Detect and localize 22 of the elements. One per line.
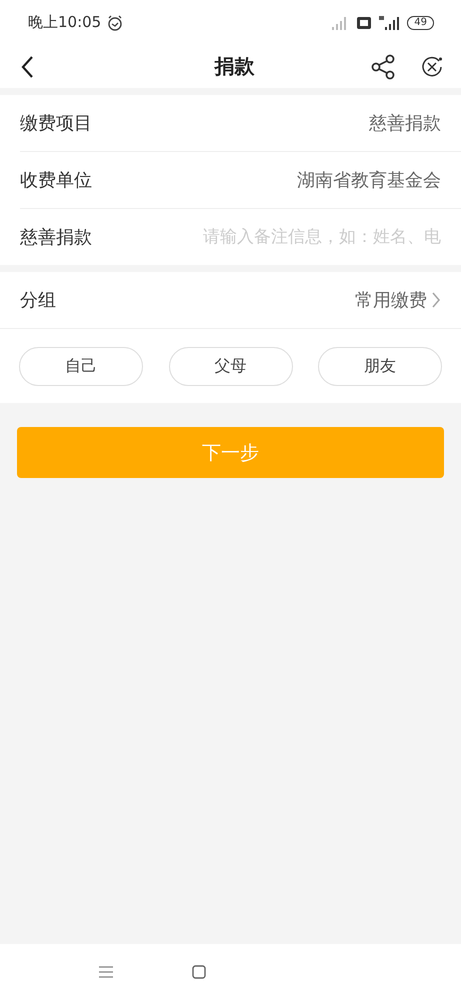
field-label: 收费单位 [20, 169, 92, 192]
home-icon[interactable] [192, 965, 206, 979]
field-value: 湖南省教育基金会 [297, 169, 441, 192]
close-icon[interactable] [421, 56, 443, 78]
field-label: 缴费项目 [20, 112, 92, 135]
relation-chip[interactable]: 自己 [19, 346, 143, 386]
relation-chip[interactable]: 父母 [168, 346, 292, 386]
relation-chip[interactable]: 朋友 [318, 346, 442, 386]
field-value: 常用缴费 [355, 289, 427, 312]
signal-icon [379, 16, 402, 30]
group-row[interactable]: 分组 常用缴费 [0, 272, 461, 329]
status-time: 晚上10:05 [28, 13, 102, 32]
alarm-icon [107, 14, 124, 30]
share-icon[interactable] [371, 54, 395, 80]
battery-level: 49 [407, 16, 434, 30]
field-label: 分组 [20, 289, 56, 312]
hd-icon [357, 16, 372, 28]
field-value: 慈善捐款 [369, 112, 441, 135]
field-label: 慈善捐款 [20, 226, 92, 249]
chevron-right-icon [431, 291, 441, 309]
page-title: 捐款 [213, 53, 256, 80]
menu-icon[interactable] [98, 965, 114, 979]
